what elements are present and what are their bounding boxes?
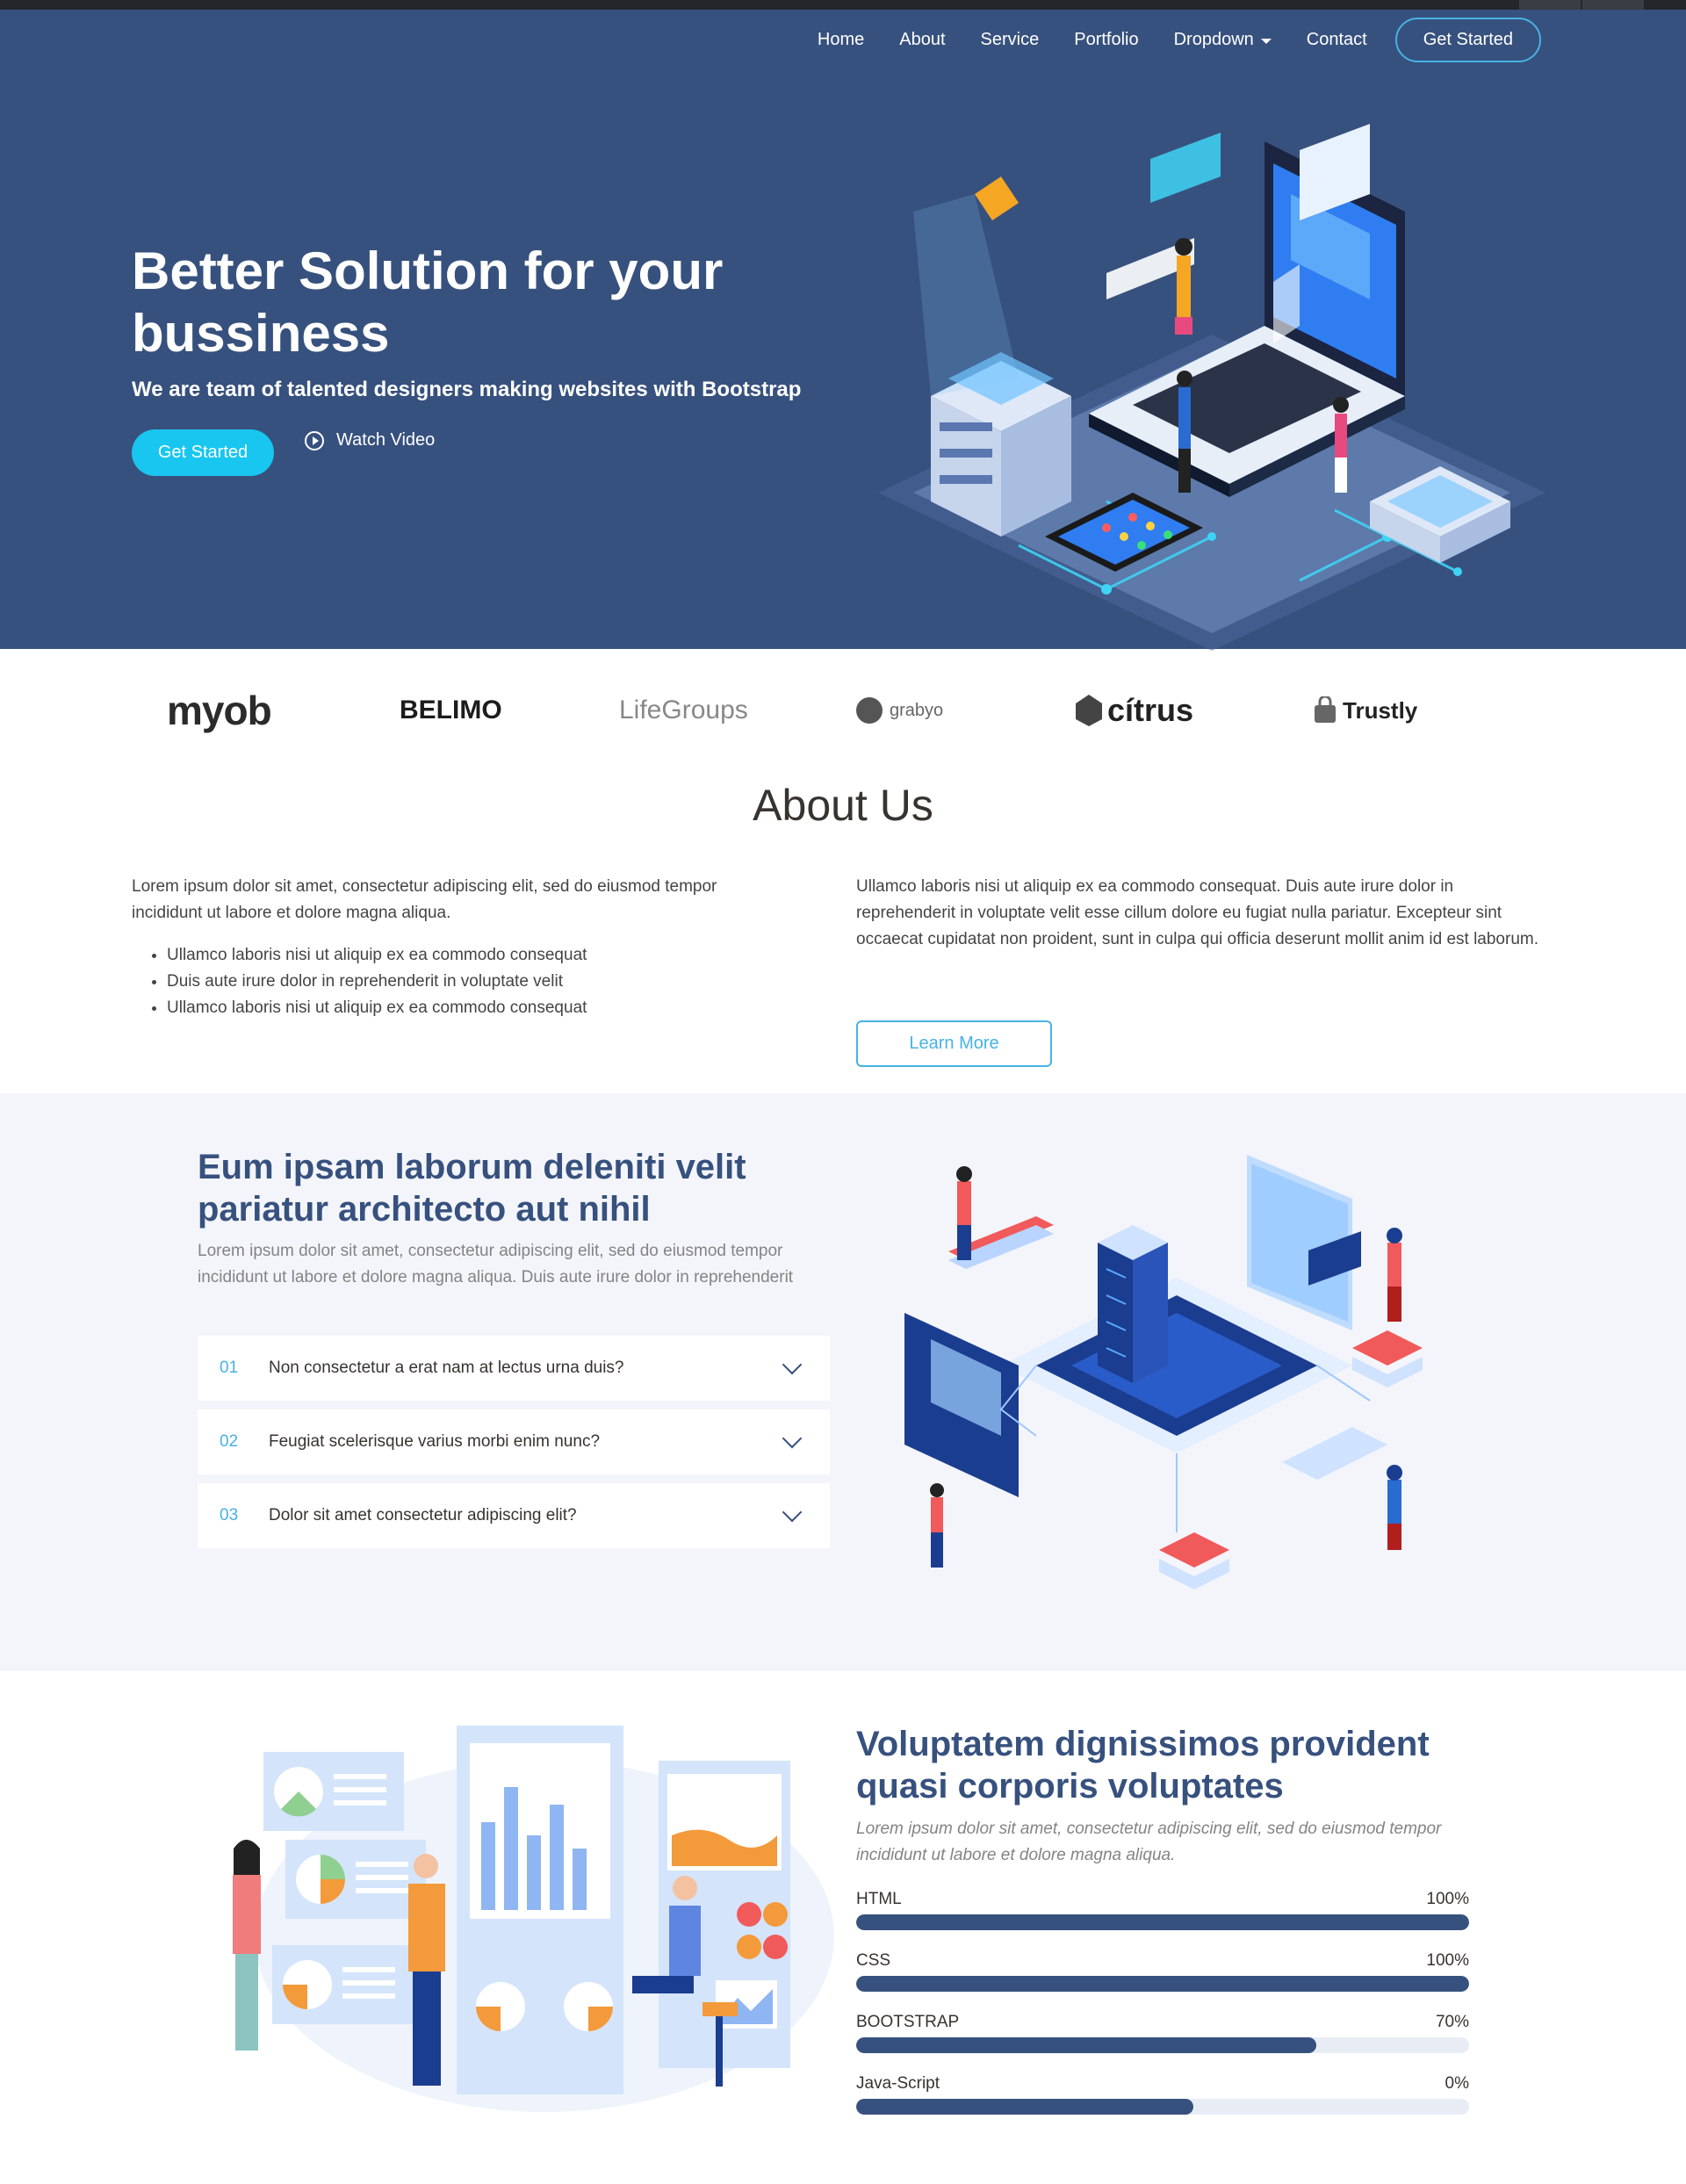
faq-question: Dolor sit amet consectetur adipiscing el… — [269, 1506, 577, 1524]
strip-tab — [1519, 0, 1581, 10]
about-intro-text: Lorem ipsum dolor sit amet, consectetur … — [132, 877, 717, 922]
skills-description: Lorem ipsum dolor sit amet, consectetur … — [856, 1820, 1442, 1864]
nav-dropdown-label: Dropdown — [1173, 30, 1254, 49]
chevron-down-icon — [782, 1502, 803, 1523]
analytics-team-illustration — [233, 1726, 834, 2112]
client-logo-grabyo-label: grabyo — [890, 700, 944, 720]
chevron-down-icon — [782, 1428, 803, 1449]
skill-percent: 0% — [1445, 2074, 1469, 2093]
hero-section: Home About Service Portfolio Dropdown Co… — [0, 10, 1686, 651]
play-circle-icon — [305, 430, 324, 450]
smart-city-illustration — [904, 1155, 1423, 1589]
nav-contact[interactable]: Contact — [1289, 18, 1385, 62]
faq-item-1[interactable]: 01 Non consectetur a erat nam at lectus … — [198, 1336, 830, 1401]
skill-name: HTML — [856, 1890, 902, 1908]
grabyo-mark-icon — [856, 697, 883, 724]
faq-item-2[interactable]: 02 Feugiat scelerisque varius morbi enim… — [198, 1409, 830, 1474]
faq-question: Feugiat scelerisque varius morbi enim nu… — [269, 1432, 601, 1451]
client-logo-myob: myob — [167, 688, 272, 733]
faq-number: 01 — [220, 1359, 239, 1377]
hero-isometric-illustration — [878, 124, 1546, 651]
skills-title: Voluptatem dignissimos provident quasi c… — [856, 1725, 1430, 1806]
about-bullet-list: Ullamco laboris nisi ut aliquip ex ea co… — [132, 942, 773, 1021]
why-title-bold-1: velit — [675, 1148, 746, 1186]
why-us-title: Eum ipsam laborum deleniti velit pariatur… — [198, 1146, 812, 1230]
skill-name: Java-Script — [856, 2074, 940, 2093]
faq-number: 03 — [220, 1506, 239, 1524]
list-item: Ullamco laboris nisi ut aliquip ex ea co… — [167, 942, 773, 969]
hero-subtitle: We are team of talented designers making… — [132, 378, 802, 401]
nav-dropdown[interactable]: Dropdown — [1156, 18, 1289, 62]
skill-progress-fill — [856, 1914, 1469, 1930]
list-item: Duis aute irure dolor in reprehenderit i… — [167, 969, 773, 995]
faq-item-3[interactable]: 03 Dolor sit amet consectetur adipiscing… — [198, 1483, 830, 1548]
skill-html: HTML 100% — [856, 1890, 1469, 1930]
why-us-section: Eum ipsam laborum deleniti velit pariatur… — [0, 1093, 1686, 1671]
skill-name: CSS — [856, 1951, 891, 1970]
skill-name: BOOTSTRAP — [856, 2013, 960, 2031]
watch-video-link[interactable]: Watch Video — [305, 430, 435, 450]
client-logo-citrus-label: cítrus — [1107, 692, 1194, 728]
about-right-text: Ullamco laboris nisi ut aliquip ex ea co… — [856, 877, 1538, 948]
nav-portfolio[interactable]: Portfolio — [1056, 18, 1156, 62]
client-logo-citrus: cítrus — [1076, 684, 1193, 737]
trustly-bag-icon — [1315, 696, 1336, 723]
client-logo-belimo: BELIMO — [400, 696, 502, 724]
hero-title: Better Solution for your bussiness — [132, 241, 724, 363]
strip-tab — [1582, 0, 1644, 10]
faq-number: 02 — [220, 1432, 239, 1451]
skill-progress-fill — [856, 2099, 1193, 2115]
client-logo-trustly: Trustly — [1313, 684, 1417, 737]
why-us-description: Lorem ipsum dolor sit amet, consectetur … — [198, 1242, 794, 1287]
skill-progress-bar — [856, 2099, 1469, 2115]
skill-progress-fill — [856, 1976, 1469, 1992]
skill-css: CSS 100% — [856, 1951, 1469, 1992]
skill-bootstrap: BOOTSTRAP 70% — [856, 2013, 1469, 2053]
browser-top-strip — [0, 0, 1686, 10]
learn-more-button[interactable]: Learn More — [856, 1020, 1052, 1067]
client-logo-grabyo: grabyo — [856, 684, 943, 737]
client-logo-trustly-label: Trustly — [1343, 696, 1418, 724]
about-left-column: Lorem ipsum dolor sit amet, consectetur … — [132, 874, 773, 1021]
clients-section: myob BELIMO LifeGroups grabyo cítrus Tru… — [0, 649, 1686, 772]
skill-progress-bar — [856, 1914, 1469, 1930]
skill-percent: 100% — [1426, 1890, 1469, 1908]
list-item: Ullamco laboris nisi ut aliquip ex ea co… — [167, 995, 773, 1021]
watch-video-label: Watch Video — [336, 430, 436, 450]
faq-question: Non consectetur a erat nam at lectus urn… — [269, 1359, 624, 1377]
hero-get-started-button[interactable]: Get Started — [132, 429, 274, 476]
client-logo-lifegroups: LifeGroups — [619, 696, 748, 724]
skill-javascript: Java-Script 0% — [856, 2074, 1469, 2115]
nav-service[interactable]: Service — [963, 18, 1057, 62]
nav-home[interactable]: Home — [800, 18, 882, 62]
nav-get-started-button[interactable]: Get Started — [1394, 18, 1541, 62]
skill-percent: 70% — [1435, 2013, 1469, 2031]
caret-down-icon — [1260, 38, 1272, 44]
nav-about[interactable]: About — [882, 18, 962, 62]
main-nav: Home About Service Portfolio Dropdown Co… — [800, 18, 1541, 62]
skill-progress-bar — [856, 1976, 1469, 1992]
citrus-mark-icon — [1076, 695, 1102, 726]
why-title-bold-2: pariatur architecto aut nihil — [198, 1190, 651, 1229]
skill-progress-fill — [856, 2037, 1316, 2053]
about-title: About Us — [753, 781, 933, 830]
skill-progress-bar — [856, 2037, 1469, 2053]
chevron-down-icon — [782, 1354, 803, 1375]
skill-percent: 100% — [1426, 1951, 1469, 1970]
why-title-normal: Eum ipsam laborum deleniti — [198, 1148, 676, 1186]
